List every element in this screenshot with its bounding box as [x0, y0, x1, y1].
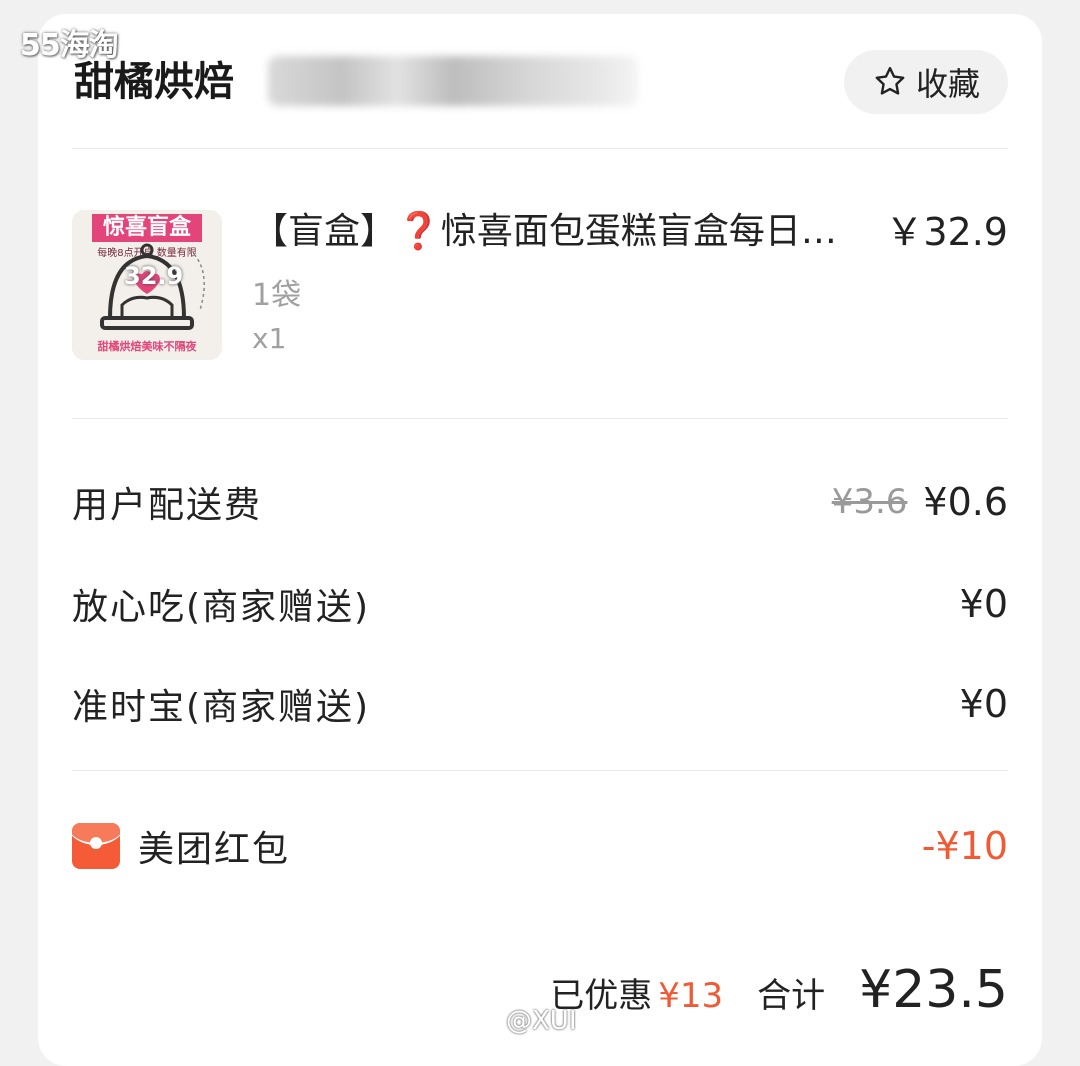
product-spec: 1袋 [252, 278, 302, 313]
saved-amount: ¥13 [658, 976, 724, 1016]
product-quantity: x1 [252, 322, 287, 355]
on-time-amount: ¥0 [959, 682, 1008, 726]
safe-eat-label: 放心吃(商家赠送) [72, 587, 371, 628]
favorite-button[interactable]: 收藏 [844, 50, 1008, 114]
divider [72, 418, 1008, 419]
total-amount: ¥23.5 [859, 960, 1008, 1020]
favorite-label: 收藏 [915, 65, 980, 103]
delivery-fee-label: 用户配送费 [72, 485, 263, 526]
safe-eat-amount: ¥0 [959, 582, 1008, 626]
fee-row: 准时宝(商家赠送) ¥0 [72, 676, 1008, 732]
total-label: 合计 [757, 976, 826, 1016]
product-title[interactable]: 【盲盒】❓惊喜面包蛋糕盲盒每日… [252, 208, 872, 256]
delivery-fee-original: ¥3.6 [831, 482, 908, 522]
delivery-fee-amount: ¥0.6 [923, 480, 1008, 524]
delivery-fee-row: 用户配送费 ¥3.6 ¥0.6 [72, 474, 1008, 530]
red-packet-amount: -¥10 [921, 824, 1008, 868]
order-summary: 已优惠 ¥13 合计 ¥23.5 [550, 960, 1008, 1020]
weibo-watermark: @XUI [506, 1006, 577, 1036]
site-watermark: 55海淘 [20, 28, 119, 63]
red-packet-label: 美团红包 [138, 829, 291, 870]
divider [72, 148, 1008, 149]
order-card [38, 14, 1042, 1066]
red-packet-row[interactable]: 美团红包 -¥10 [72, 818, 1008, 874]
product-price: ￥32.9 [885, 210, 1008, 254]
red-packet-icon [72, 823, 120, 869]
fee-row: 放心吃(商家赠送) ¥0 [72, 576, 1008, 632]
on-time-label: 准时宝(商家赠送) [72, 687, 371, 728]
product-image[interactable]: 惊喜盲盒 每晚8点开启 数量有限 32.9 甜橘烘焙美味不隔夜 [72, 210, 222, 360]
blurred-shop-name-suffix [268, 56, 638, 106]
star-icon [875, 67, 905, 95]
product-image-price-tag: 32.9 [124, 262, 184, 290]
divider [72, 770, 1008, 771]
product-image-footer: 甜橘烘焙美味不隔夜 [97, 340, 197, 353]
